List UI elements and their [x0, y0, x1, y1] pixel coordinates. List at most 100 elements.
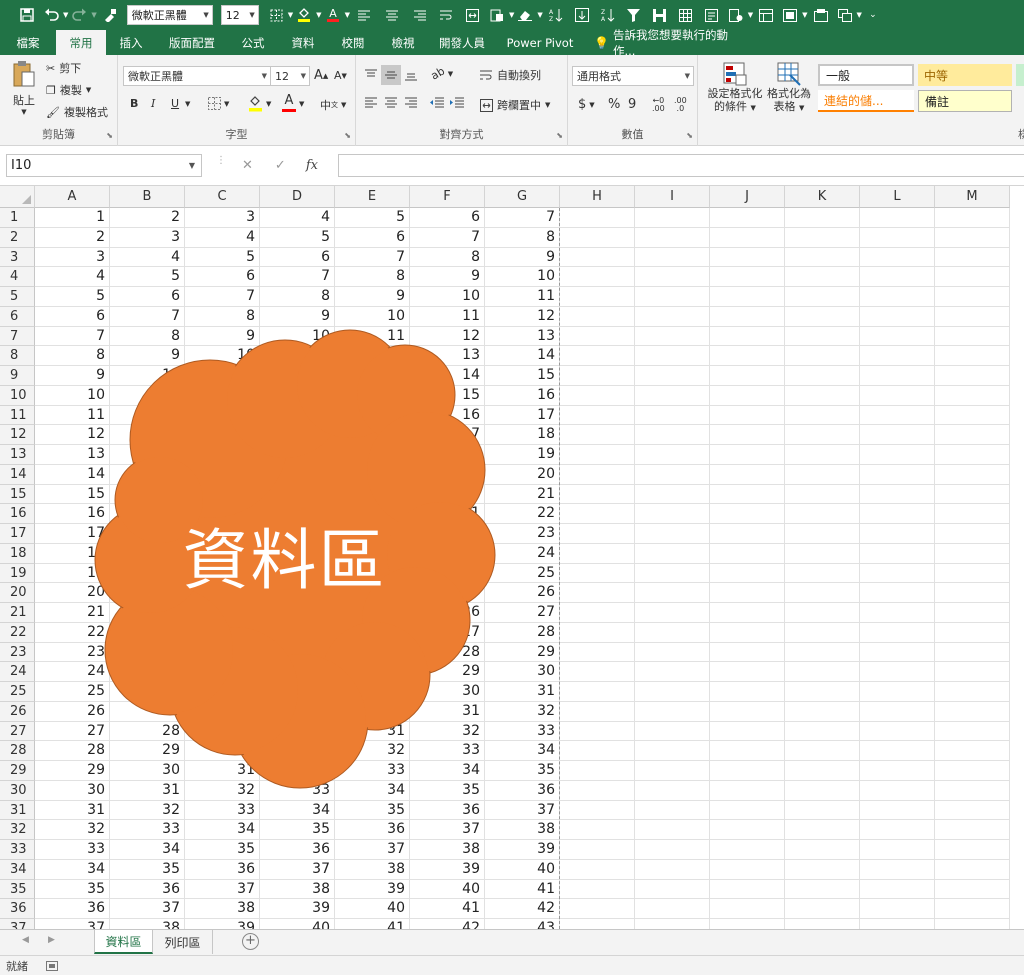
cell-e15[interactable]: 19 [335, 484, 410, 505]
cell-l15[interactable] [860, 484, 935, 505]
cell-c24[interactable]: 26 [185, 662, 260, 682]
cell-b10[interactable]: 11 [110, 385, 185, 406]
cell-m32[interactable] [935, 820, 1010, 840]
cell-f10[interactable]: 15 [410, 385, 485, 406]
cell-a2[interactable]: 2 [35, 227, 110, 248]
cell-a6[interactable]: 6 [35, 306, 110, 327]
cell-f30[interactable]: 35 [410, 780, 485, 801]
cell-j26[interactable] [710, 701, 785, 722]
cell-d9[interactable]: 12 [260, 366, 335, 386]
cell-d26[interactable]: 29 [260, 701, 335, 722]
cell-j21[interactable] [710, 603, 785, 623]
cell-k9[interactable] [785, 366, 860, 386]
cell-c11[interactable]: 13 [185, 405, 260, 426]
cell-a21[interactable]: 21 [35, 603, 110, 623]
cell-c26[interactable]: 28 [185, 701, 260, 722]
cell-k8[interactable] [785, 346, 860, 366]
cell-d12[interactable]: 15 [260, 425, 335, 445]
cell-c25[interactable]: 27 [185, 682, 260, 702]
formula-input[interactable] [338, 154, 1024, 177]
cell-k23[interactable] [785, 642, 860, 663]
cell-k10[interactable] [785, 385, 860, 406]
row-header-8[interactable]: 8 [0, 346, 35, 366]
cell-m2[interactable] [935, 227, 1010, 248]
cell-g34[interactable]: 40 [485, 859, 560, 880]
font-name-combo[interactable]: 微軟正黑體 ▼ [123, 66, 271, 86]
cell-b7[interactable]: 8 [110, 326, 185, 347]
cell-a27[interactable]: 27 [35, 721, 110, 742]
row-header-20[interactable]: 20 [0, 583, 35, 603]
cell-m16[interactable] [935, 504, 1010, 524]
freeze-panes-icon[interactable] [647, 0, 673, 30]
cell-b33[interactable]: 34 [110, 840, 185, 860]
cell-j2[interactable] [710, 227, 785, 248]
wrap-text-button[interactable]: 自動換列 [480, 67, 541, 83]
cell-j13[interactable] [710, 445, 785, 465]
cell-i5[interactable] [635, 287, 710, 307]
cell-i24[interactable] [635, 662, 710, 682]
cell-e36[interactable]: 40 [335, 899, 410, 919]
cell-g2[interactable]: 8 [485, 227, 560, 248]
column-header-e[interactable]: E [335, 186, 410, 208]
cell-h21[interactable] [560, 603, 635, 623]
cell-g3[interactable]: 9 [485, 247, 560, 268]
cell-a33[interactable]: 33 [35, 840, 110, 860]
cell-f33[interactable]: 38 [410, 840, 485, 860]
cell-h23[interactable] [560, 642, 635, 663]
cell-f7[interactable]: 12 [410, 326, 485, 347]
cell-c8[interactable]: 10 [185, 346, 260, 366]
row-header-26[interactable]: 26 [0, 701, 35, 722]
cell-f19[interactable]: 24 [410, 563, 485, 584]
redo-icon[interactable] [68, 0, 90, 30]
cell-b8[interactable]: 9 [110, 346, 185, 366]
row-header-33[interactable]: 33 [0, 840, 35, 860]
align-left-icon[interactable] [350, 0, 378, 30]
cell-h22[interactable] [560, 622, 635, 643]
cell-j10[interactable] [710, 385, 785, 406]
cell-e14[interactable]: 18 [335, 464, 410, 485]
decrease-decimal-button[interactable]: .00.0 [674, 97, 687, 113]
cell-j27[interactable] [710, 721, 785, 742]
cell-e13[interactable]: 17 [335, 445, 410, 465]
cell-b31[interactable]: 32 [110, 800, 185, 821]
cell-g8[interactable]: 14 [485, 346, 560, 366]
cell-f11[interactable]: 16 [410, 405, 485, 426]
chevron-down-icon[interactable]: ▼ [185, 100, 190, 108]
cell-j11[interactable] [710, 405, 785, 426]
cell-f34[interactable]: 39 [410, 859, 485, 880]
cell-a12[interactable]: 12 [35, 425, 110, 445]
cell-g21[interactable]: 27 [485, 603, 560, 623]
cell-g19[interactable]: 25 [485, 563, 560, 584]
cell-i4[interactable] [635, 267, 710, 287]
cell-e28[interactable]: 32 [335, 741, 410, 761]
cell-c37[interactable]: 39 [185, 919, 260, 929]
copy-button[interactable]: ❐ 複製 ▼ [46, 82, 91, 98]
cell-c35[interactable]: 37 [185, 879, 260, 900]
cell-a32[interactable]: 32 [35, 820, 110, 840]
cell-i30[interactable] [635, 780, 710, 801]
cell-e9[interactable]: 13 [335, 366, 410, 386]
row-header-11[interactable]: 11 [0, 405, 35, 426]
cell-h35[interactable] [560, 879, 635, 900]
cell-d13[interactable]: 16 [260, 445, 335, 465]
cell-d7[interactable]: 10 [260, 326, 335, 347]
cell-m28[interactable] [935, 741, 1010, 761]
currency-button[interactable]: $ ▼ [578, 97, 595, 112]
save-icon[interactable] [14, 0, 40, 30]
tab-view[interactable]: 檢視 [378, 30, 428, 55]
row-header-7[interactable]: 7 [0, 326, 35, 347]
cell-b14[interactable]: 15 [110, 464, 185, 485]
merge-icon[interactable] [460, 0, 486, 30]
cell-b11[interactable]: 12 [110, 405, 185, 426]
cell-g22[interactable]: 28 [485, 622, 560, 643]
cell-e31[interactable]: 35 [335, 800, 410, 821]
cell-g30[interactable]: 36 [485, 780, 560, 801]
cell-l2[interactable] [860, 227, 935, 248]
cell-k27[interactable] [785, 721, 860, 742]
cell-b32[interactable]: 33 [110, 820, 185, 840]
row-header-2[interactable]: 2 [0, 227, 35, 248]
cell-c14[interactable]: 16 [185, 464, 260, 485]
cell-h15[interactable] [560, 484, 635, 505]
cell-d34[interactable]: 37 [260, 859, 335, 880]
cell-j17[interactable] [710, 524, 785, 544]
